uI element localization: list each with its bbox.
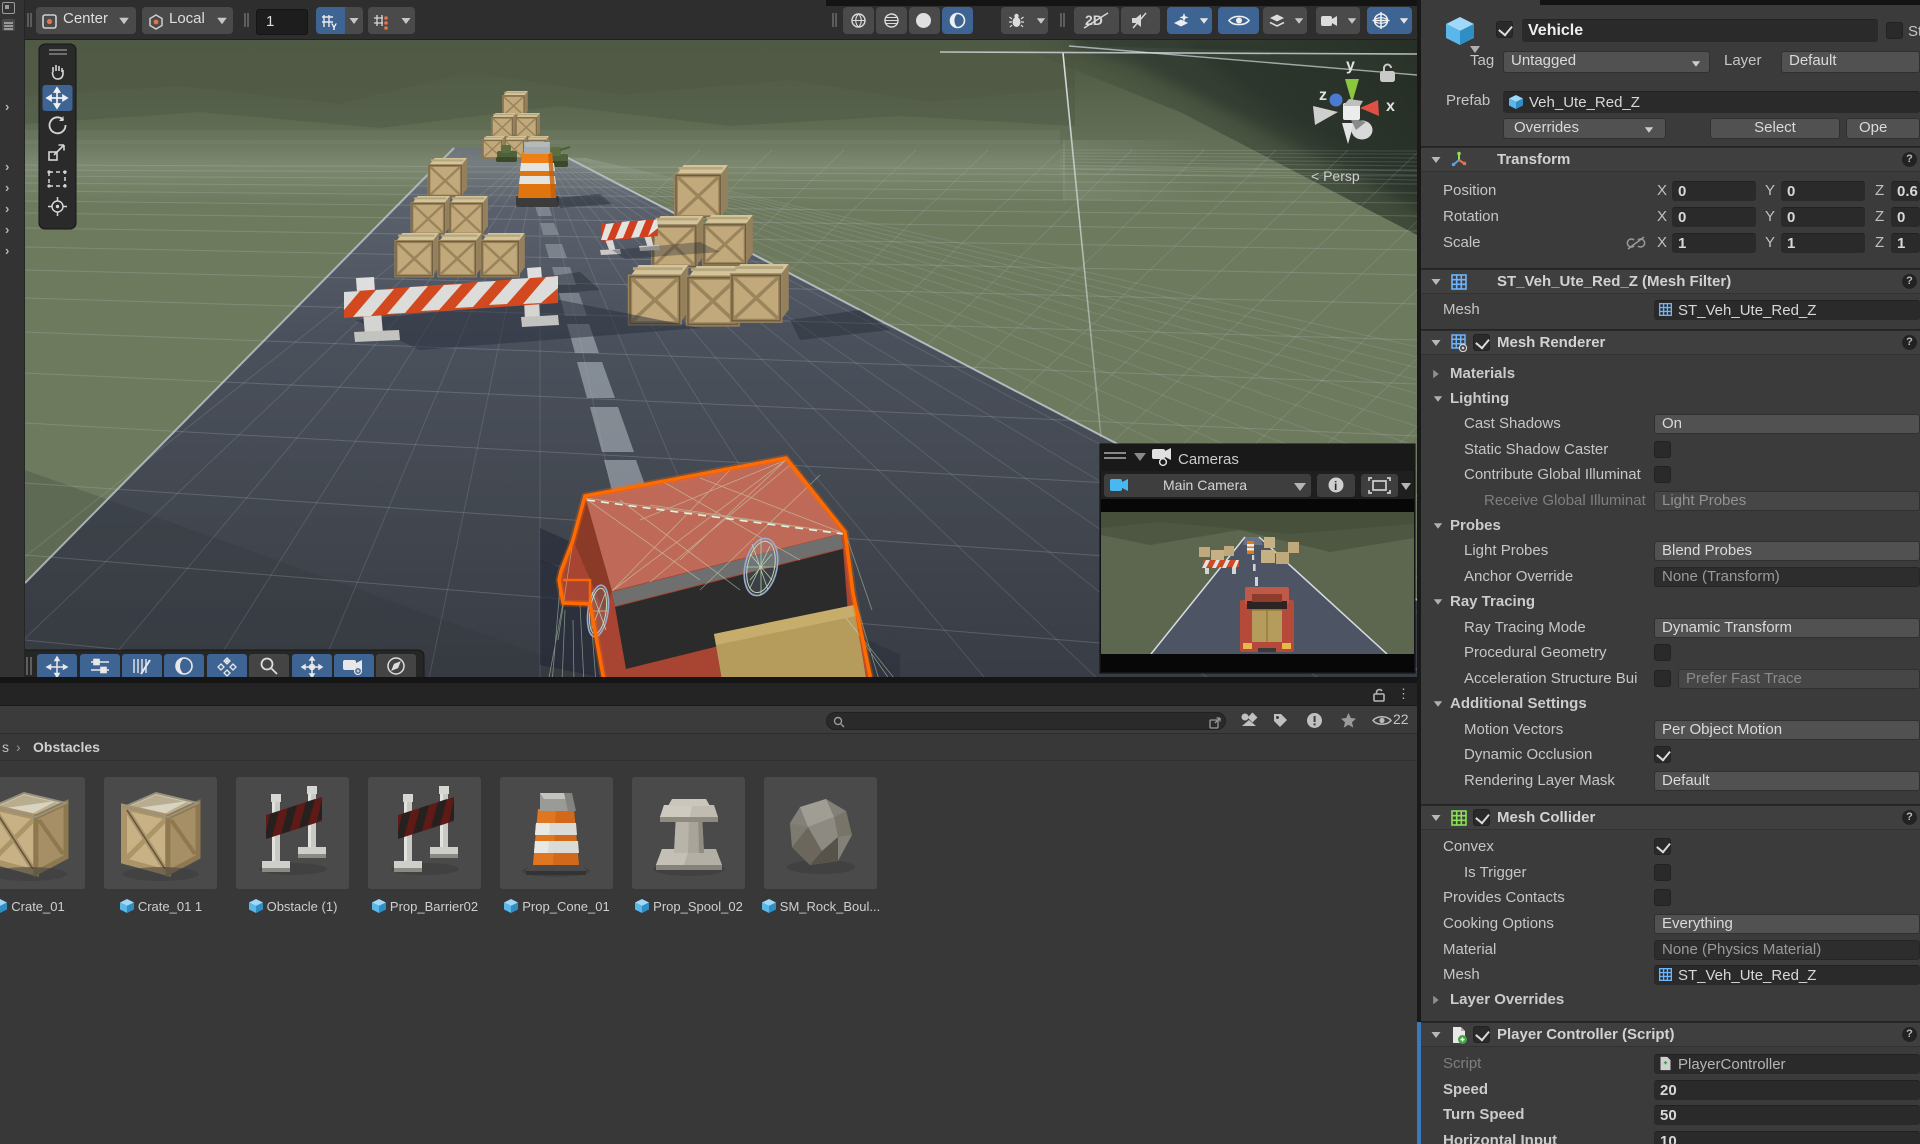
svg-text:Y: Y [331,22,337,32]
svg-text:Main Camera: Main Camera [1163,477,1247,493]
svg-text:Cameras: Cameras [1178,451,1239,468]
svg-text:x: x [1386,98,1395,115]
svg-text:i: i [1334,479,1337,493]
svg-text:< Persp: < Persp [1311,168,1360,184]
svg-text:z: z [1319,87,1327,104]
svg-text:y: y [1346,57,1355,74]
